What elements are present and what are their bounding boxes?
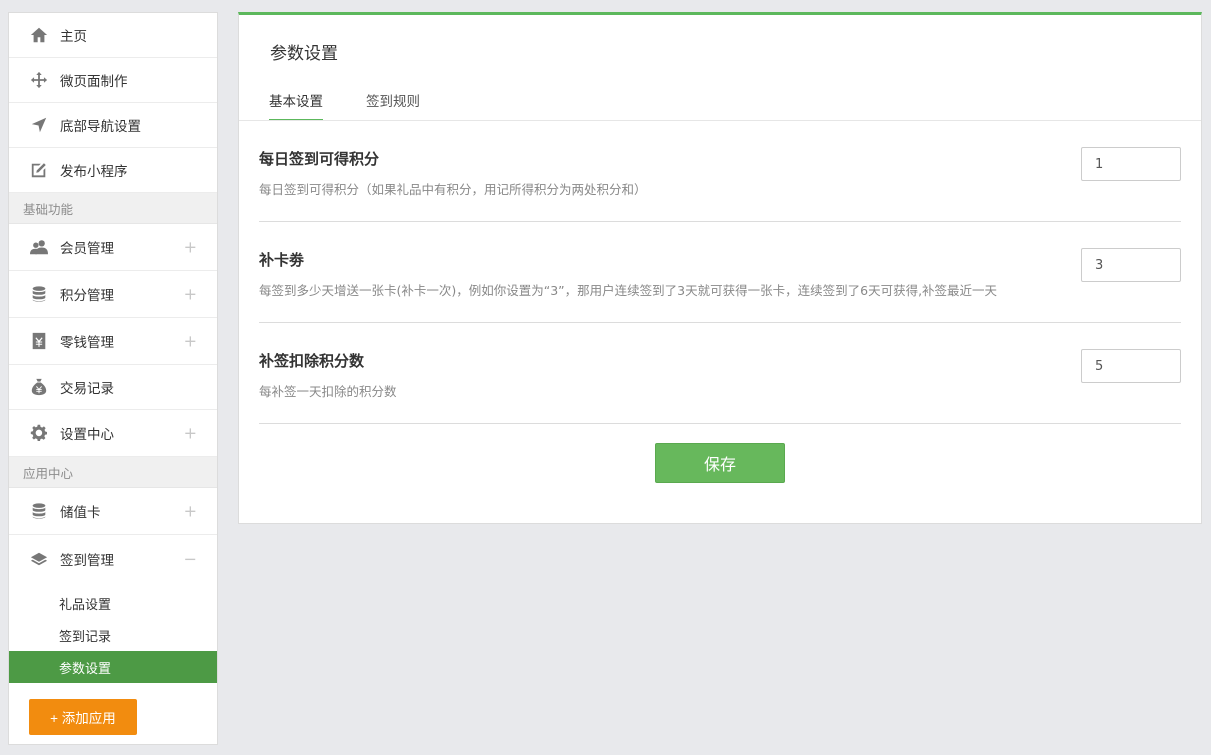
collapse-icon[interactable]: − bbox=[184, 549, 197, 568]
setting-makeup-card: 补卡劵 每签到多少天增送一张卡(补卡一次)，例如你设置为“3”，那用户连续签到了… bbox=[259, 222, 1181, 323]
nav-item-label: 主页 bbox=[60, 29, 87, 45]
expand-icon[interactable]: + bbox=[184, 424, 197, 443]
nav-item-checkin-management[interactable]: 签到管理 − bbox=[9, 535, 217, 582]
main-panel: 参数设置 基本设置 签到规则 每日签到可得积分 每日签到可得积分（如果礼品中有积… bbox=[238, 12, 1202, 524]
setting-daily-points: 每日签到可得积分 每日签到可得积分（如果礼品中有积分，用记所得积分为两处积分和） bbox=[259, 121, 1181, 222]
add-app-button[interactable]: + 添加应用 bbox=[29, 699, 137, 735]
home-icon bbox=[29, 25, 49, 45]
setting-description: 每日签到可得积分（如果礼品中有积分，用记所得积分为两处积分和） bbox=[259, 182, 647, 197]
expand-icon[interactable]: + bbox=[184, 285, 197, 304]
nav-item-bottom-nav[interactable]: 底部导航设置 bbox=[9, 103, 217, 148]
nav-item-change[interactable]: 零钱管理 + bbox=[9, 318, 217, 365]
users-icon bbox=[29, 237, 49, 257]
page-title: 参数设置 bbox=[270, 44, 338, 64]
setting-title: 补签扣除积分数 bbox=[259, 352, 365, 370]
sub-item-checkin-records[interactable]: 签到记录 bbox=[9, 619, 217, 651]
nav-item-micro-page[interactable]: 微页面制作 bbox=[9, 58, 217, 103]
layers-icon bbox=[29, 549, 49, 569]
nav-item-label: 交易记录 bbox=[60, 381, 114, 397]
nav-item-settings-center[interactable]: 设置中心 + bbox=[9, 410, 217, 457]
nav-item-label: 发布小程序 bbox=[60, 164, 128, 180]
database-icon bbox=[29, 501, 49, 521]
save-button[interactable]: 保存 bbox=[655, 443, 785, 483]
tab-basic-settings[interactable]: 基本设置 bbox=[269, 90, 323, 121]
sub-item-parameter-settings[interactable]: 参数设置 bbox=[9, 651, 217, 683]
nav-item-label: 零钱管理 bbox=[60, 335, 114, 351]
edit-icon bbox=[29, 160, 49, 180]
nav-item-points[interactable]: 积分管理 + bbox=[9, 271, 217, 318]
nav-item-members[interactable]: 会员管理 + bbox=[9, 224, 217, 271]
expand-icon[interactable]: + bbox=[184, 238, 197, 257]
section-header-apps: 应用中心 bbox=[9, 457, 217, 488]
nav-item-label: 底部导航设置 bbox=[60, 119, 141, 135]
cash-box-icon bbox=[29, 331, 49, 351]
tab-checkin-rules[interactable]: 签到规则 bbox=[366, 90, 420, 121]
section-header-basic: 基础功能 bbox=[9, 193, 217, 224]
nav-item-stored-value-card[interactable]: 储值卡 + bbox=[9, 488, 217, 535]
expand-icon[interactable]: + bbox=[184, 502, 197, 521]
database-icon bbox=[29, 284, 49, 304]
navigation-arrow-icon bbox=[29, 115, 49, 135]
setting-title: 每日签到可得积分 bbox=[259, 150, 380, 168]
sidebar: 主页 微页面制作 底部导航设置 发布小程序 基础功能 会员管理 + 积分管理 +… bbox=[8, 12, 218, 745]
setting-description: 每补签一天扣除的积分数 bbox=[259, 384, 397, 399]
nav-item-label: 储值卡 bbox=[60, 505, 101, 521]
makeup-card-input[interactable] bbox=[1081, 248, 1181, 282]
expand-icon[interactable]: + bbox=[184, 332, 197, 351]
nav-item-home[interactable]: 主页 bbox=[9, 13, 217, 58]
nav-item-label: 积分管理 bbox=[60, 288, 114, 304]
money-bag-icon bbox=[29, 377, 49, 397]
makeup-deduction-input[interactable] bbox=[1081, 349, 1181, 383]
nav-item-label: 会员管理 bbox=[60, 241, 114, 257]
nav-item-label: 设置中心 bbox=[60, 427, 114, 443]
gear-icon bbox=[29, 423, 49, 443]
setting-description: 每签到多少天增送一张卡(补卡一次)，例如你设置为“3”，那用户连续签到了3天就可… bbox=[259, 283, 998, 298]
setting-title: 补卡劵 bbox=[259, 251, 305, 269]
nav-item-publish[interactable]: 发布小程序 bbox=[9, 148, 217, 193]
nav-item-label: 签到管理 bbox=[60, 552, 114, 569]
tab-bar: 基本设置 签到规则 bbox=[269, 90, 463, 121]
daily-points-input[interactable] bbox=[1081, 147, 1181, 181]
nav-item-label: 微页面制作 bbox=[60, 74, 128, 90]
setting-makeup-deduction: 补签扣除积分数 每补签一天扣除的积分数 bbox=[259, 323, 1181, 424]
sub-item-gift-settings[interactable]: 礼品设置 bbox=[9, 587, 217, 619]
nav-item-transactions[interactable]: 交易记录 bbox=[9, 365, 217, 410]
move-icon bbox=[29, 70, 49, 90]
